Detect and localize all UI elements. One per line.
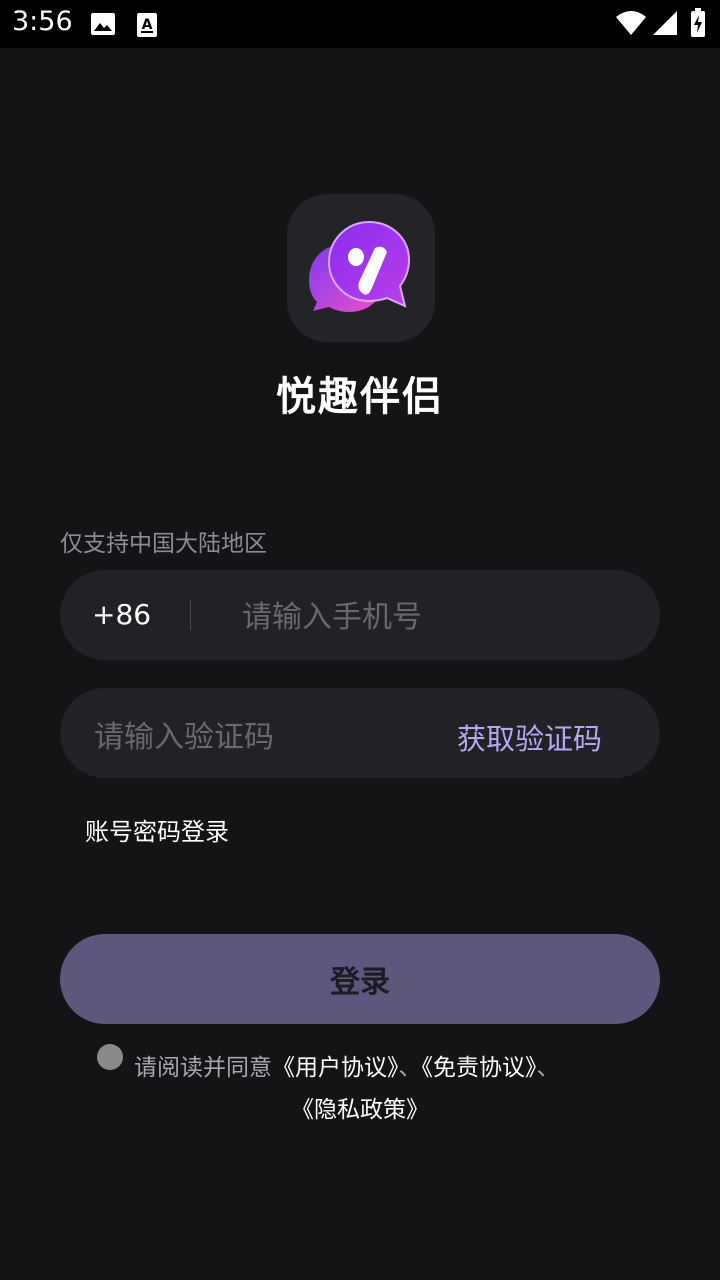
country-code[interactable]: +86 [92, 598, 151, 631]
status-time: 3:56 [12, 6, 73, 37]
chat-bubble-y-logo-icon [309, 220, 411, 312]
agreement-separator: 、 [398, 1055, 422, 1081]
account-password-login-link[interactable]: 账号密码登录 [85, 812, 229, 847]
status-bar: 3:56 A [0, 0, 720, 48]
get-code-button[interactable]: 获取验证码 [457, 716, 602, 758]
verification-code-field[interactable]: 获取验证码 [60, 688, 660, 778]
user-agreement-link[interactable]: 《用户协议》 [272, 1055, 399, 1081]
agreement-separator: 、 [536, 1055, 560, 1081]
privacy-policy-link[interactable]: 《隐私政策》 [291, 1097, 429, 1123]
agreement-checkbox[interactable] [97, 1044, 123, 1070]
agreement-text-line2: 《隐私政策》 [0, 1090, 720, 1124]
image-icon [90, 12, 116, 40]
agreement-prefix: 请阅读并同意 [134, 1055, 272, 1081]
svg-text:A: A [142, 17, 153, 33]
wifi-icon [616, 10, 646, 40]
field-divider [190, 600, 191, 630]
agreement-text: 请阅读并同意《用户协议》、《免责协议》、 [134, 1048, 560, 1082]
verification-code-input[interactable] [92, 714, 426, 760]
app-logo [287, 194, 435, 342]
login-button[interactable]: 登录 [60, 934, 660, 1024]
phone-field[interactable]: +86 [60, 570, 660, 660]
region-note: 仅支持中国大陆地区 [60, 531, 267, 557]
battery-charging-icon [690, 8, 706, 42]
signal-icon [652, 10, 678, 40]
phone-input[interactable] [240, 594, 624, 640]
disclaimer-link[interactable]: 《免责协议》 [422, 1055, 537, 1081]
app-name: 悦趣伴侣 [276, 374, 444, 420]
text-a-icon: A [136, 12, 158, 42]
